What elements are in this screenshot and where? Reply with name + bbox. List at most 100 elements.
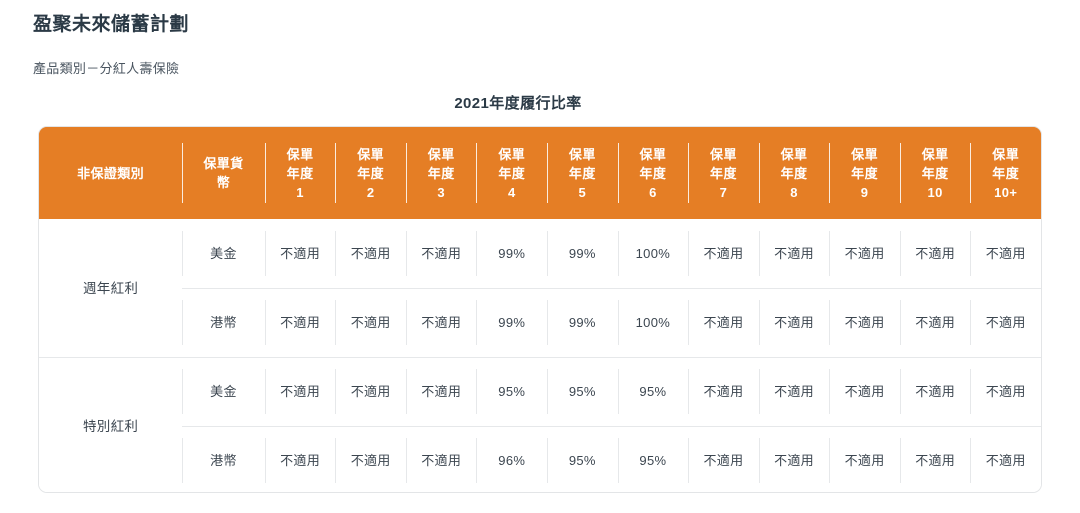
column-header-label: 保單 年度 10+ <box>972 145 1039 202</box>
header-line: 保單 <box>357 146 385 162</box>
header-line: 保單 <box>851 146 878 162</box>
header-line: 4 <box>507 184 516 200</box>
column-header-y4: 保單年度 4 <box>476 127 548 219</box>
cell-value: 99% <box>547 219 618 288</box>
column-header-category: 非保證類別 <box>39 127 183 219</box>
column-header-label: 保單 年度 5 <box>549 145 616 202</box>
column-header-label: 保單 年度 3 <box>408 145 475 202</box>
header-line: 年度 <box>357 165 385 181</box>
section-heading: 2021年度履行比率 <box>454 95 582 112</box>
cell-value: 不適用 <box>335 288 406 357</box>
cell-value: 不適用 <box>829 219 900 288</box>
product-category-subtitle: 產品類別－分紅人壽保險 <box>33 61 180 76</box>
column-header-y8: 保單 年度 8 <box>758 127 830 219</box>
cell-value: 不適用 <box>829 288 900 357</box>
header-line: 年度 <box>921 165 949 181</box>
header-line: 年度 <box>851 165 878 181</box>
column-header-label: 保單 年度 8 <box>761 145 828 202</box>
cell-value: 不適用 <box>970 288 1041 357</box>
table-row: 週年紅利 美金 不適用 不適用 不適用 99% 99% 100% 不適用 不適用 不適用 不適用 不適用 <box>39 219 1041 357</box>
table-header-row: 非保證類別 保單貨幣保單 年度 1 保單 年度 2 保單 年度 3 保單 年度 4 保單 年度 5 保單 年度 6 保… <box>39 127 1041 219</box>
cell-value: 不適用 <box>335 219 406 288</box>
column-header-y3: 保單 年度 3 <box>405 127 477 219</box>
column-header-y2: 保單年度 2 <box>335 127 406 219</box>
row-currency: 美金 <box>182 219 265 288</box>
header-line: 年度 <box>286 165 314 181</box>
cell-value: 不適用 <box>899 357 971 426</box>
header-line: 年度 <box>498 165 526 181</box>
cell-value: 不適用 <box>970 357 1041 426</box>
header-line: 9 <box>860 184 869 200</box>
cell-value: 100% <box>617 219 689 288</box>
cell-value: 不適用 <box>264 357 336 426</box>
header-line: 1 <box>296 184 304 200</box>
cell-value: 不適用 <box>688 219 759 288</box>
cell-value: 不適用 <box>970 426 1041 492</box>
cell-value: 不適用 <box>758 288 830 357</box>
header-line: 年度 <box>710 165 737 181</box>
table-row: 港幣 不適用 不適用 不適用 99% 99% 100% 不適用 不適用 不適用 不適用 不適用 <box>39 288 1041 357</box>
table-row: 港幣 不適用 不適用 不適用 96% 95% 95% 不適用 不適用 不適用 不適用 不適用 <box>39 426 1041 492</box>
cell-value: 不適用 <box>405 357 477 426</box>
header-line: 年度 <box>568 165 596 181</box>
cell-value: 不適用 <box>899 219 971 288</box>
cell-value: 不適用 <box>829 426 900 492</box>
header-line: 非保證類別 <box>77 165 145 181</box>
cell-value: 不適用 <box>264 219 336 288</box>
cell-value: 不適用 <box>758 426 830 492</box>
header-line: 幣 <box>216 175 231 190</box>
cell-value: 不適用 <box>405 288 477 357</box>
cell-value: 不適用 <box>264 288 336 357</box>
column-header-y10: 保單年度 10 <box>899 127 971 219</box>
table-header: 非保證類別 保單貨幣保單 年度 1 保單 年度 2 保單 年度 3 保單 年度 4 保單 年度 5 保單 年度 6 保… <box>39 127 1041 219</box>
header-line: 10 <box>927 184 943 200</box>
column-header-label: 保單年度 10 <box>902 145 969 202</box>
header-line: 保單貨 <box>203 156 244 171</box>
cell-value: 不適用 <box>970 219 1041 288</box>
header-line: 保單 <box>780 146 808 162</box>
header-line: 年度 <box>992 165 1020 181</box>
cell-value: 不適用 <box>335 357 406 426</box>
column-header-y7: 保單年度 7 <box>688 127 759 219</box>
column-header-label: 保單年度 4 <box>478 145 545 202</box>
performance-ratio-table: 非保證類別 保單貨幣保單 年度 1 保單 年度 2 保單 年度 3 保單 年度 4 保單 年度 5 保單 年度 6 保… <box>39 127 1041 492</box>
cell-value: 96% <box>476 426 548 492</box>
column-header-label: 保單貨幣 <box>184 154 263 192</box>
header-line: 3 <box>437 184 446 200</box>
header-line: 保單 <box>498 146 526 162</box>
cell-value: 不適用 <box>688 426 759 492</box>
header-line: 保單 <box>639 146 667 162</box>
cell-value: 不適用 <box>688 288 759 357</box>
header-line: 2 <box>366 184 375 200</box>
table-row: 特別紅利 美金 不適用 不適用 不適用 95% 95% 95% 不適用 不適用 不適用 不適用 不適用 <box>39 357 1041 492</box>
cell-value: 不適用 <box>405 219 477 288</box>
header-line: 保單 <box>427 146 455 162</box>
header-line: 年度 <box>639 165 667 181</box>
cell-value: 不適用 <box>829 357 900 426</box>
row-currency: 美金 <box>182 357 265 426</box>
column-header-label: 保單年度 6 <box>620 145 687 202</box>
cell-value: 95% <box>476 357 548 426</box>
cell-value: 不適用 <box>335 426 406 492</box>
header-line: 6 <box>649 184 657 200</box>
performance-ratio-table-card: 非保證類別 保單貨幣保單 年度 1 保單 年度 2 保單 年度 3 保單 年度 4 保單 年度 5 保單 年度 6 保… <box>38 126 1042 493</box>
cell-value: 99% <box>476 219 548 288</box>
column-header-y10p: 保單 年度 10+ <box>970 127 1041 219</box>
cell-value: 不適用 <box>899 426 971 492</box>
header-line: 保單 <box>286 146 314 162</box>
cell-value: 99% <box>547 288 618 357</box>
cell-value: 95% <box>617 426 689 492</box>
table-body: 週年紅利 美金 不適用 不適用 不適用 99% 99% 100% 不適用 不適用 不適用 不適用 不適用… <box>39 219 1041 492</box>
header-line: 保單 <box>710 146 737 162</box>
header-line: 年度 <box>780 165 808 181</box>
row-currency: 港幣 <box>182 426 265 492</box>
column-header-label: 保單年度 2 <box>337 145 404 202</box>
column-header-y9: 保單年度 9 <box>829 127 900 219</box>
header-line: 7 <box>719 184 728 200</box>
header-line: 10+ <box>994 184 1018 200</box>
row-category-0: 週年紅利 <box>39 219 183 357</box>
column-header-y1: 保單年度 1 <box>264 127 336 219</box>
header-line: 保單 <box>921 146 949 162</box>
cell-value: 不適用 <box>264 426 336 492</box>
cell-value: 不適用 <box>899 288 971 357</box>
